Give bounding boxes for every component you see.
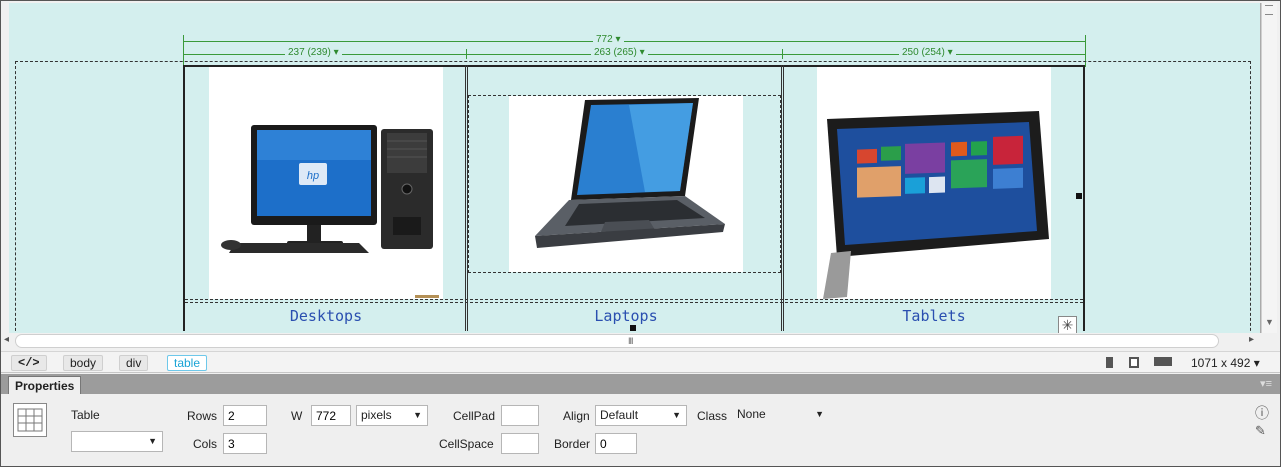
chevron-down-icon: ▼ (413, 410, 422, 420)
tablet-size-icon[interactable] (1129, 357, 1139, 368)
mobile-size-icon[interactable] (1106, 357, 1113, 368)
class-select[interactable]: None ▼ (733, 405, 829, 426)
table-icon (13, 403, 47, 437)
class-label: Class (697, 409, 728, 423)
vertical-scrollbar[interactable]: ▼ (1261, 3, 1277, 333)
desktop-computer-icon: hp (221, 125, 439, 298)
properties-tab-bar: Properties ▾≡ (1, 374, 1280, 394)
column-1-width-label[interactable]: 237 (239) ▾ (285, 47, 342, 58)
cols-input[interactable] (223, 433, 267, 454)
tablets-caption[interactable]: Tablets (817, 307, 1051, 325)
desktops-caption[interactable]: Desktops (209, 307, 443, 325)
horizontal-scroll-track[interactable]: III (15, 334, 1219, 348)
cellspace-input[interactable] (501, 433, 539, 454)
rows-input[interactable] (223, 405, 267, 426)
total-width-line (183, 41, 1085, 42)
tag-crumb-body[interactable]: body (63, 355, 104, 371)
border-label: Border (554, 437, 591, 451)
column-2-width-label[interactable]: 263 (265) ▾ (591, 47, 648, 58)
cellpad-label: CellPad (453, 409, 496, 423)
tablet-image[interactable] (817, 67, 1051, 299)
laptop-computer-icon (535, 98, 725, 248)
cols-label: Cols (193, 437, 218, 451)
row-divider (185, 299, 1083, 303)
total-width-label[interactable]: 772 ▾ (593, 34, 624, 45)
svg-text:hp: hp (307, 170, 319, 182)
tag-crumb-table[interactable]: table (167, 355, 208, 371)
tag-selector-bar: </> body div table 1071 x 492 ▾ (1, 351, 1280, 373)
panel-menu-icon[interactable]: ▾≡ (1260, 377, 1272, 390)
cellpad-input[interactable] (501, 405, 539, 426)
scroll-left-icon[interactable]: ◂ (4, 334, 9, 345)
table-id-select[interactable]: ▼ (71, 431, 163, 452)
laptops-caption[interactable]: Laptops (509, 307, 743, 325)
align-label: Align (563, 409, 590, 423)
scroll-right-icon[interactable]: ▸ (1249, 334, 1254, 345)
column-divider-2 (781, 65, 784, 331)
scroll-down-icon[interactable]: ▼ (1265, 317, 1274, 327)
dreamweaver-window: 772 ▾ 237 (239) ▾ 263 (265) ▾ 250 (254) … (0, 0, 1281, 467)
desktop-image[interactable]: hp (209, 67, 443, 299)
align-select[interactable]: Default ▼ (595, 405, 687, 426)
table-resize-handle-right[interactable] (1076, 193, 1082, 199)
cellspace-label: CellSpace (439, 437, 494, 451)
chevron-down-icon: ▼ (672, 410, 681, 420)
element-type-label: Table (71, 408, 100, 422)
help-icon[interactable]: ⓘ (1255, 403, 1269, 423)
scroll-grip-icon (1265, 5, 1273, 15)
tag-crumb-div[interactable]: div (119, 355, 149, 371)
column-tick-2 (782, 49, 783, 59)
border-input[interactable] (595, 433, 637, 454)
chevron-down-icon: ▼ (815, 409, 824, 419)
tablet-icon (823, 111, 1049, 299)
width-unit-select[interactable]: pixels ▼ (356, 405, 428, 426)
rows-label: Rows (187, 409, 218, 423)
table-resize-handle-bottom[interactable] (630, 325, 636, 331)
width-input[interactable] (311, 405, 351, 426)
chevron-down-icon: ▼ (148, 436, 157, 446)
horizontal-scrollbar[interactable]: ◂ III ▸ (1, 333, 1280, 350)
scroll-thumb-grip: III (628, 336, 633, 346)
column-tick-1 (466, 49, 467, 59)
laptop-image[interactable] (509, 96, 743, 272)
code-view-toggle[interactable]: </> (11, 355, 47, 371)
column-3-width-label[interactable]: 250 (254) ▾ (899, 47, 956, 58)
window-size-dropdown[interactable]: 1071 x 492 ▾ (1191, 356, 1260, 370)
quick-tag-editor-icon[interactable]: ✎ (1255, 423, 1266, 439)
width-label: W (291, 409, 303, 423)
properties-tab[interactable]: Properties (8, 376, 82, 394)
design-view[interactable]: 772 ▾ 237 (239) ▾ 263 (265) ▾ 250 (254) … (9, 3, 1261, 333)
properties-panel: Table ▼ Rows Cols W pixels▼ CellPad Cell… (1, 394, 1280, 466)
desktop-size-icon[interactable] (1154, 357, 1172, 366)
